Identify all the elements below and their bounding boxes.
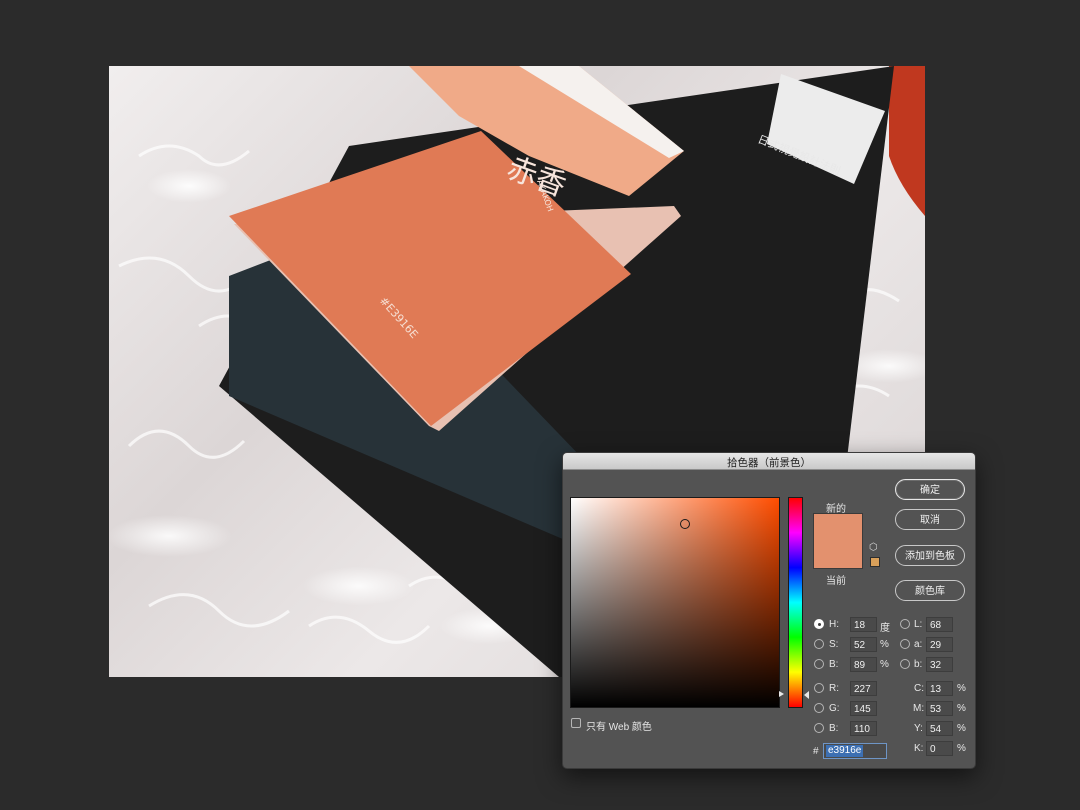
web-safe-color-swatch[interactable] [870,557,880,567]
magenta-input[interactable]: 53 [926,701,953,716]
hue-radio[interactable] [814,619,824,629]
black-input[interactable]: 0 [926,741,953,756]
hue-slider-left-arrow-icon[interactable] [779,691,784,697]
hex-value-selected[interactable]: e3916e [826,745,864,757]
red-radio[interactable] [814,683,824,693]
lab-l-input[interactable]: 68 [926,617,953,632]
dialog-titlebar[interactable]: 拾色器（前景色） [563,453,975,470]
lab-b-label: b: [914,659,923,670]
hue-slider-right-arrow-icon[interactable] [804,691,809,699]
green-input[interactable]: 145 [850,701,877,716]
magenta-unit: % [957,703,966,714]
color-field-cursor[interactable] [680,519,690,529]
blue-label: B: [829,723,839,734]
black-unit: % [957,743,966,754]
magenta-label: M: [913,703,925,714]
saturation-input[interactable]: 52 [850,637,877,652]
hue-label: H: [829,619,839,630]
yellow-unit: % [957,723,966,734]
saturation-radio[interactable] [814,639,824,649]
blue-input[interactable]: 110 [850,721,877,736]
saturation-unit: % [880,639,889,650]
brightness-unit: % [880,659,889,670]
cyan-label: C: [914,683,924,694]
hue-unit: 度 [880,623,890,634]
blue-radio[interactable] [814,723,824,733]
out-of-gamut-cube-icon[interactable]: ⬡ [869,543,879,553]
lab-b-input[interactable]: 32 [926,657,953,672]
red-input[interactable]: 227 [850,681,877,696]
green-label: G: [829,703,840,714]
color-picker-dialog: 拾色器（前景色） 新的 当前 ⬡ 确定 取消 添加到色板 颜色库 H: 18 度… [562,452,976,769]
current-color-label: 当前 [826,576,846,587]
cyan-unit: % [957,683,966,694]
lab-a-radio[interactable] [900,639,910,649]
lab-a-label: a: [914,639,923,650]
brightness-label: B: [829,659,839,670]
lab-b-radio[interactable] [900,659,910,669]
dialog-title: 拾色器（前景色） [727,457,811,469]
brightness-radio[interactable] [814,659,824,669]
yellow-label: Y: [914,723,923,734]
hue-slider[interactable] [788,497,803,708]
green-radio[interactable] [814,703,824,713]
lab-l-label: L: [914,619,923,630]
red-object [889,66,925,216]
new-current-color-swatch [813,513,863,569]
cyan-input[interactable]: 13 [926,681,953,696]
color-libraries-button[interactable]: 颜色库 [895,580,965,601]
lab-l-radio[interactable] [900,619,910,629]
hex-input[interactable]: e3916e [823,743,887,759]
cancel-button[interactable]: 取消 [895,509,965,530]
saturation-label: S: [829,639,839,650]
saturation-brightness-field[interactable] [570,497,780,708]
brightness-input[interactable]: 89 [850,657,877,672]
hex-prefix: # [813,746,819,757]
yellow-input[interactable]: 54 [926,721,953,736]
hue-input[interactable]: 18 [850,617,877,632]
black-label: K: [914,743,924,754]
lab-a-input[interactable]: 29 [926,637,953,652]
add-to-swatches-button[interactable]: 添加到色板 [895,545,965,566]
only-web-colors-checkbox[interactable] [571,718,581,728]
ok-button[interactable]: 确定 [895,479,965,500]
only-web-colors-label: 只有 Web 颜色 [586,722,652,733]
red-label: R: [829,683,839,694]
